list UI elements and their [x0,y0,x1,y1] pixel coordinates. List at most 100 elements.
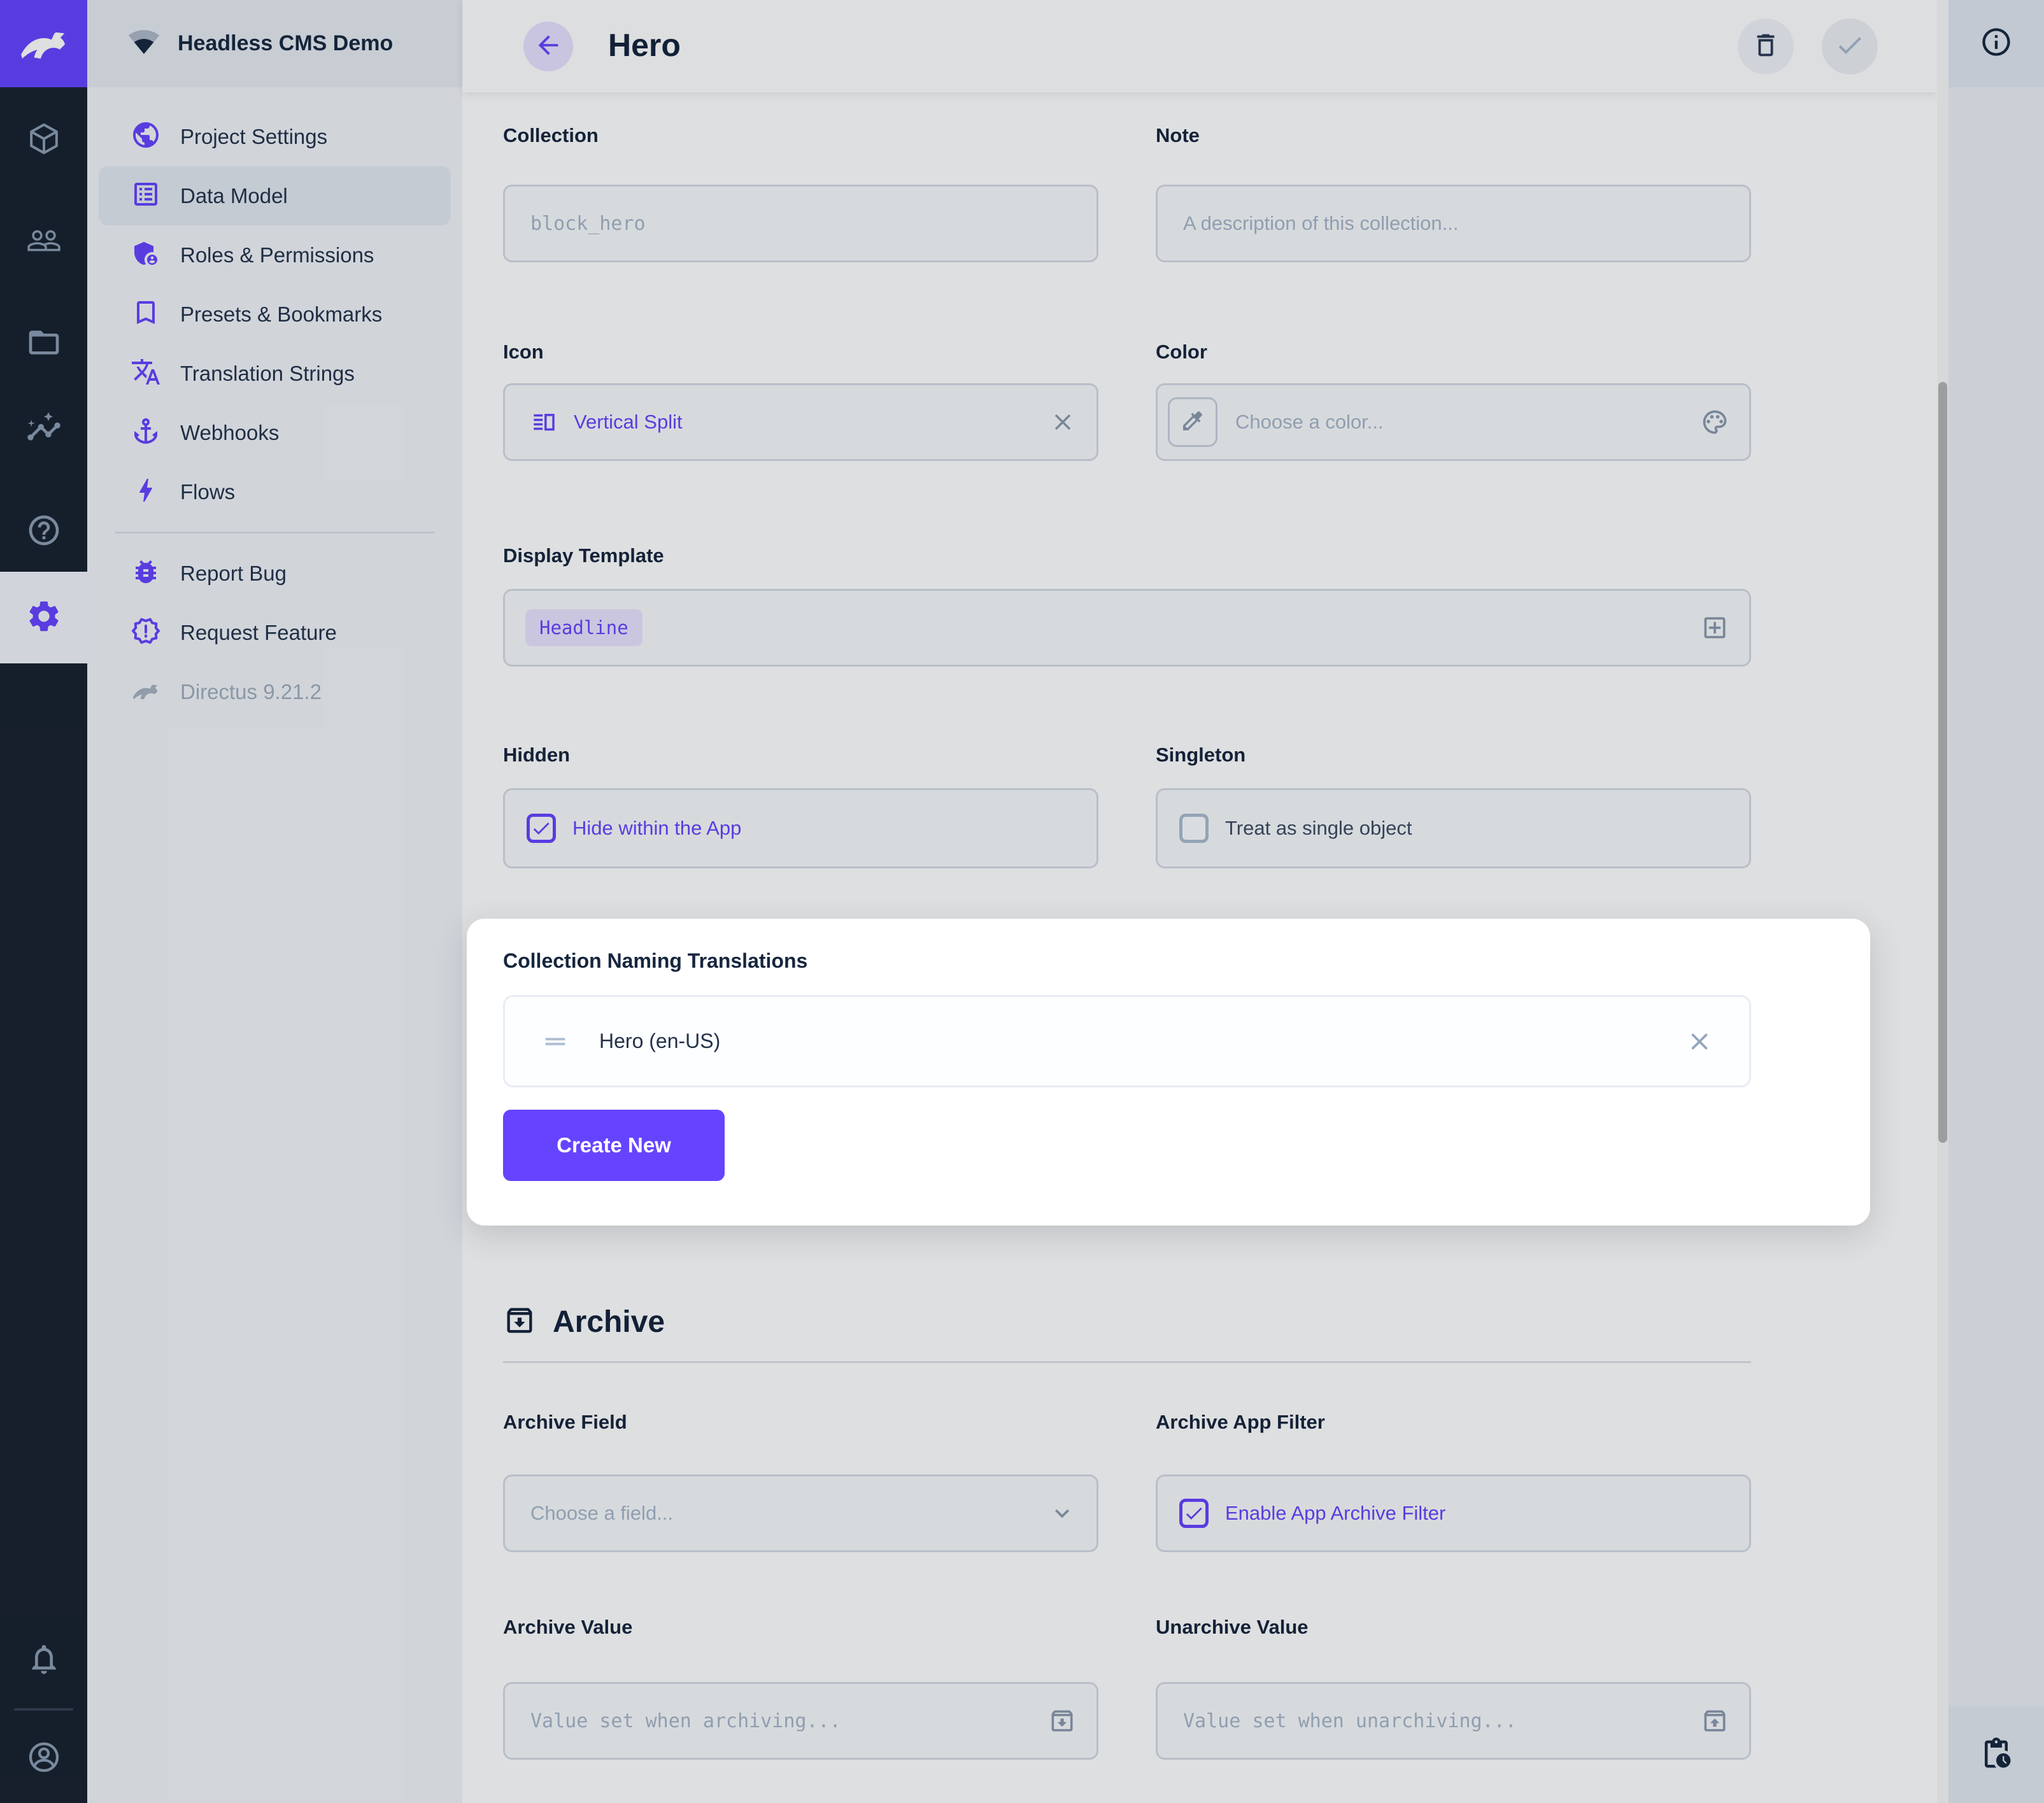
main-content: Hero Collection Note block_hero A descri… [462,0,1937,1803]
sidebar-item-label: Project Settings [180,125,327,149]
rabbit-icon [17,15,71,73]
pending-actions-icon [1979,1736,2013,1774]
create-new-button[interactable]: Create New [503,1110,725,1181]
template-chip[interactable]: Headline [525,609,642,646]
directus-logo[interactable] [0,0,87,87]
back-button[interactable] [523,22,573,71]
module-content-button[interactable] [0,105,87,175]
unarchive-value-input[interactable]: Value set when unarchiving... [1156,1682,1751,1760]
save-button[interactable] [1822,18,1878,74]
translations-card-title: Collection Naming Translations [503,949,807,973]
display-template-label: Display Template [503,544,664,567]
sidebar-info-button[interactable] [1948,0,2044,87]
archive-field-select[interactable]: Choose a field... [503,1474,1098,1552]
shield-person-icon [131,238,161,272]
module-help-button[interactable] [0,497,87,567]
sidebar-item-roles-permissions[interactable]: Roles & Permissions [87,225,462,285]
sidebar-item-report-bug[interactable]: Report Bug [87,544,462,603]
rabbit-gray-icon [131,675,161,709]
avatar-icon [26,1739,62,1778]
notifications-button[interactable] [0,1625,87,1695]
archive-down-icon [1048,1707,1076,1735]
note-placeholder: A description of this collection... [1183,212,1459,235]
sidebar-item-label: Webhooks [180,421,279,445]
sidebar-item-data-model[interactable]: Data Model [99,166,451,225]
archive-section-header: Archive [503,1304,665,1340]
module-bar-divider [14,1708,73,1711]
singleton-label: Singleton [1156,744,1246,767]
drag-handle-icon[interactable] [541,1027,570,1056]
cube-icon [26,121,62,160]
page-title: Hero [608,27,681,64]
sidebar-item-label: Data Model [180,184,288,208]
sidebar-divider [115,532,434,534]
singleton-checkbox-label: Treat as single object [1225,817,1412,840]
note-input[interactable]: A description of this collection... [1156,185,1751,262]
bookmark-icon [131,297,161,331]
settings-nav-list: Project Settings Data Model Roles & Perm… [87,107,462,721]
archive-field-placeholder: Choose a field... [530,1502,673,1525]
archive-value-input[interactable]: Value set when archiving... [503,1682,1098,1760]
bug-icon [131,556,161,590]
sidebar-item-label: Roles & Permissions [180,243,374,267]
version-label: Directus 9.21.2 [180,680,322,704]
translation-list-item[interactable]: Hero (en-US) [503,995,1751,1087]
archive-app-filter-field[interactable]: Enable App Archive Filter [1156,1474,1751,1552]
sidebar-item-translation-strings[interactable]: Translation Strings [87,344,462,403]
sidebar-revisions-button[interactable] [1948,1706,2044,1803]
sidebar-item-flows[interactable]: Flows [87,462,462,521]
hidden-checkbox-label: Hide within the App [572,817,741,840]
remove-translation-button[interactable] [1686,1028,1714,1056]
archive-app-filter-label: Archive App Filter [1156,1411,1325,1434]
add-field-button[interactable] [1701,614,1729,642]
arrow-left-icon [534,31,563,63]
check-icon [1835,30,1865,64]
color-placeholder: Choose a color... [1235,411,1384,434]
color-input[interactable]: Choose a color... [1156,383,1751,461]
chevron-down-icon [1048,1499,1076,1527]
module-files-button[interactable] [0,309,87,379]
collection-input[interactable]: block_hero [503,185,1098,262]
globe-icon [131,120,161,153]
sidebar-item-webhooks[interactable]: Webhooks [87,403,462,462]
checkbox-checked-icon[interactable] [527,814,556,843]
icon-input[interactable]: Vertical Split [503,383,1098,461]
hidden-label: Hidden [503,744,570,767]
hidden-checkbox-field[interactable]: Hide within the App [503,788,1098,868]
right-sidebar [1948,0,2044,1803]
archive-field-label: Archive Field [503,1411,627,1434]
archive-divider [503,1361,1751,1363]
archive-app-filter-checkbox-label: Enable App Archive Filter [1225,1502,1445,1525]
archive-value-label: Archive Value [503,1616,632,1639]
palette-icon[interactable] [1701,408,1729,436]
clear-icon-button[interactable] [1049,409,1076,435]
sidebar-item-label: Flows [180,480,235,504]
user-menu-button[interactable] [0,1723,87,1793]
list-alt-icon [131,179,161,213]
unarchive-up-icon [1701,1707,1729,1735]
sidebar-item-project-settings[interactable]: Project Settings [87,107,462,166]
scrollbar-thumb[interactable] [1938,382,1947,1143]
color-swatch-button[interactable] [1168,397,1217,447]
users-icon [26,223,62,262]
checkbox-unchecked-icon[interactable] [1179,814,1209,843]
singleton-checkbox-field[interactable]: Treat as single object [1156,788,1751,868]
project-bar[interactable]: Headless CMS Demo [87,0,462,87]
archive-section-title: Archive [553,1305,665,1340]
module-bar [0,0,87,1803]
checkbox-checked-icon[interactable] [1179,1499,1209,1528]
sidebar-item-label: Translation Strings [180,362,355,386]
settings-sidebar: Headless CMS Demo Project Settings Data … [87,0,462,1803]
new-releases-icon [131,616,161,649]
module-users-button[interactable] [0,207,87,277]
module-insights-button[interactable] [0,395,87,465]
sidebar-item-request-feature[interactable]: Request Feature [87,603,462,662]
sidebar-item-presets-bookmarks[interactable]: Presets & Bookmarks [87,285,462,344]
icon-label: Icon [503,341,544,364]
module-settings-button[interactable] [0,572,87,663]
delete-collection-button[interactable] [1738,18,1794,74]
collection-label: Collection [503,124,599,147]
display-template-input[interactable]: Headline [503,589,1751,667]
icon-value: Vertical Split [574,411,683,434]
collection-value: block_hero [530,213,646,235]
